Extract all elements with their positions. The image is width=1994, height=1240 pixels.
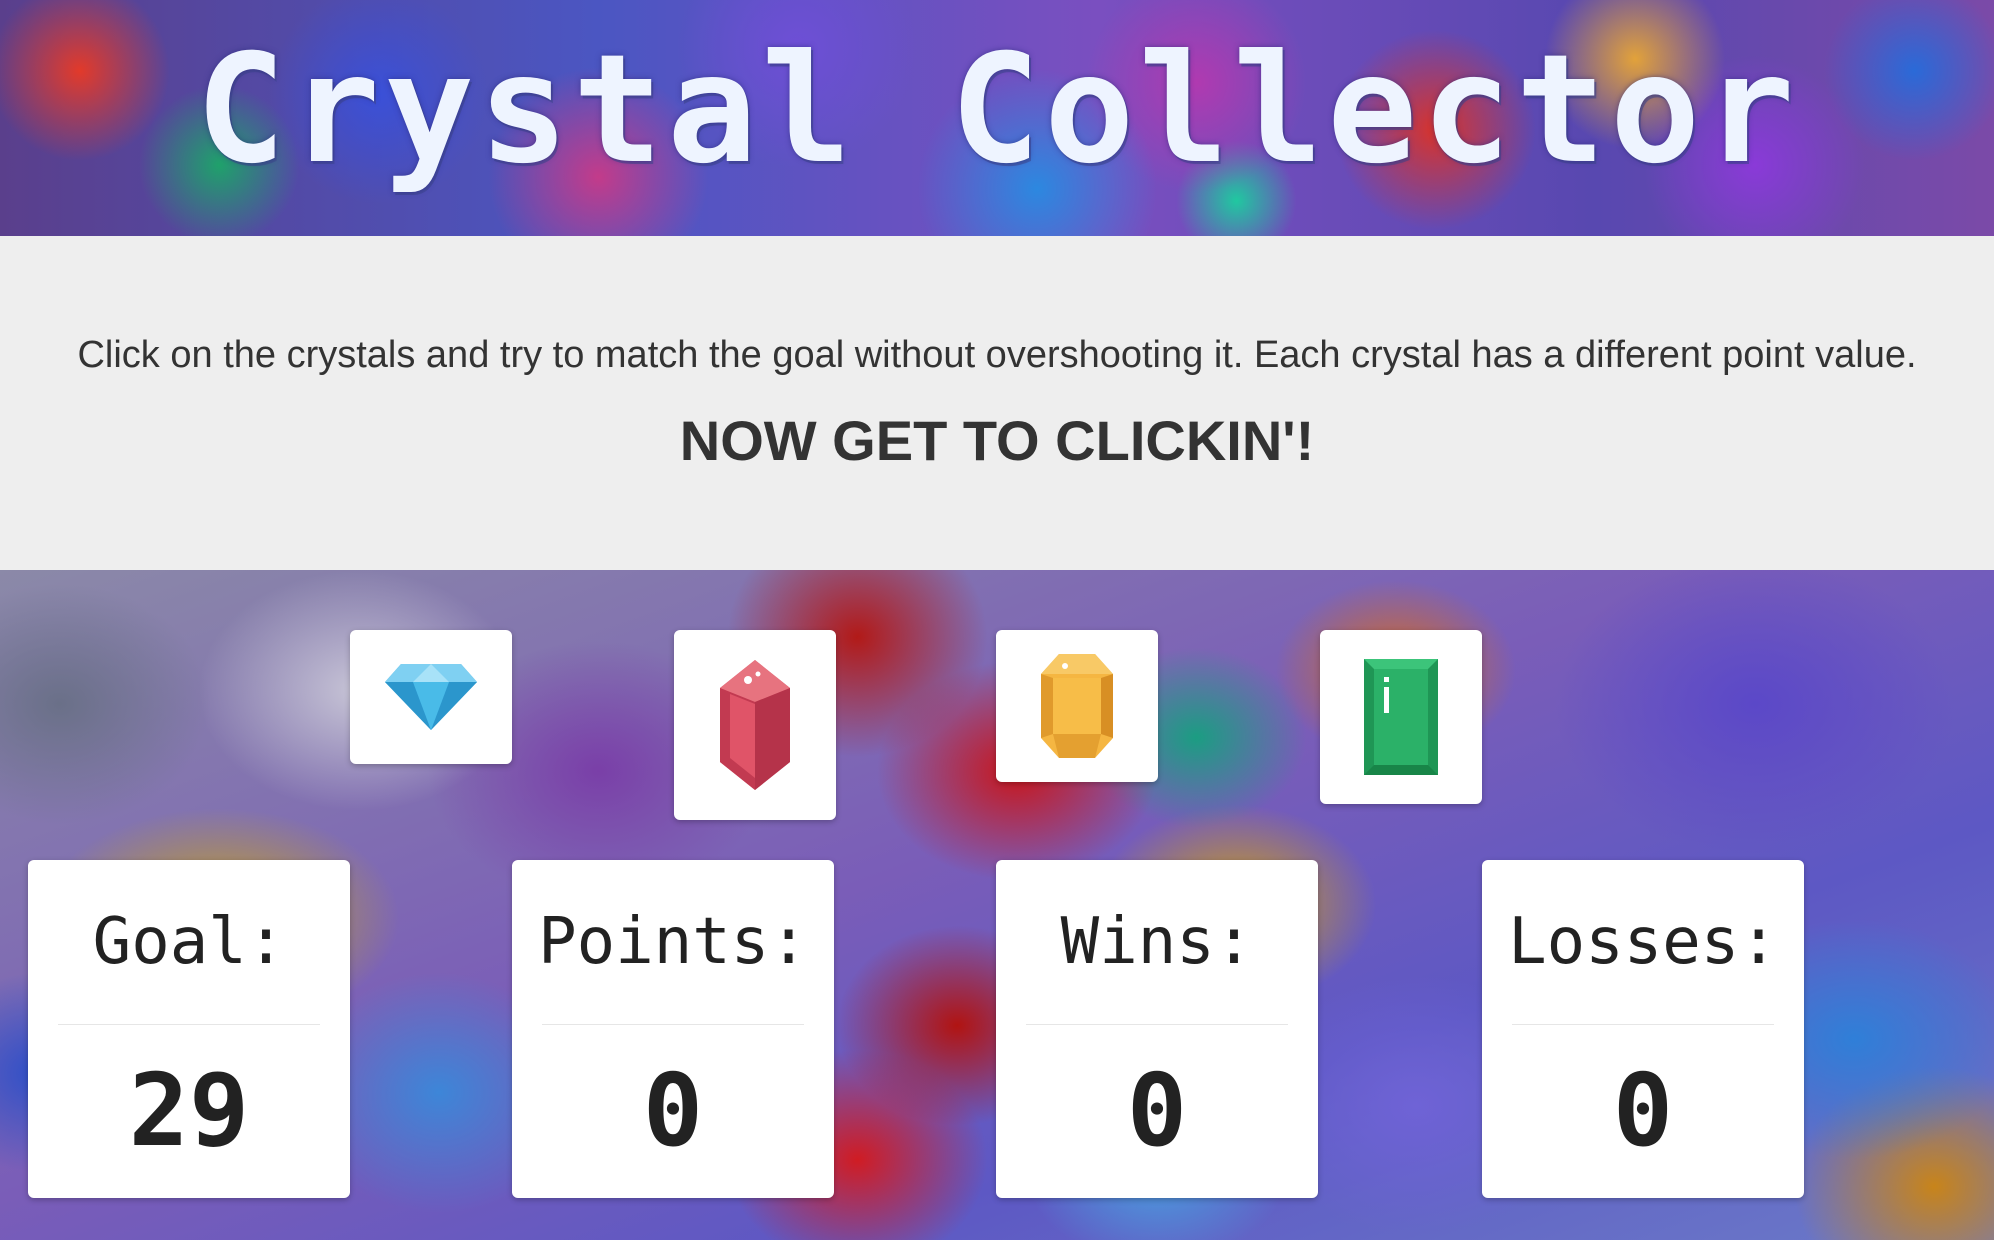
crystal-button-blue[interactable] bbox=[350, 630, 512, 764]
wins-card: Wins: 0 bbox=[996, 860, 1318, 1198]
points-value: 0 bbox=[642, 1052, 704, 1169]
crystal-button-green[interactable] bbox=[1320, 630, 1482, 804]
goal-value: 29 bbox=[128, 1052, 250, 1169]
wins-divider bbox=[1026, 1024, 1288, 1025]
goal-divider bbox=[58, 1024, 320, 1025]
page-title: Crystal Collector bbox=[195, 23, 1799, 197]
wins-label: Wins: bbox=[1060, 905, 1254, 979]
crystal-button-yellow[interactable] bbox=[996, 630, 1158, 782]
call-to-action-text: NOW GET TO CLICKIN'! bbox=[679, 409, 1315, 472]
losses-card: Losses: 0 bbox=[1482, 860, 1804, 1198]
yellow-gem-icon bbox=[1041, 654, 1113, 758]
instructions-text: Click on the crystals and try to match t… bbox=[77, 334, 1917, 376]
red-gem-icon bbox=[720, 660, 790, 790]
goal-card: Goal: 29 bbox=[28, 860, 350, 1198]
points-card: Points: 0 bbox=[512, 860, 834, 1198]
losses-label: Losses: bbox=[1508, 905, 1778, 979]
points-divider bbox=[542, 1024, 804, 1025]
losses-value: 0 bbox=[1612, 1052, 1674, 1169]
losses-divider bbox=[1512, 1024, 1774, 1025]
blue-diamond-icon bbox=[385, 664, 477, 730]
green-gem-icon bbox=[1364, 659, 1438, 775]
game-area: Goal: 29 Points: 0 Wins: 0 Losses: 0 bbox=[0, 570, 1994, 1240]
header-banner: Crystal Collector bbox=[0, 0, 1994, 236]
points-label: Points: bbox=[538, 905, 808, 979]
crystal-button-red[interactable] bbox=[674, 630, 836, 820]
wins-value: 0 bbox=[1126, 1052, 1188, 1169]
instructions-panel: Click on the crystals and try to match t… bbox=[0, 236, 1994, 570]
goal-label: Goal: bbox=[92, 905, 286, 979]
